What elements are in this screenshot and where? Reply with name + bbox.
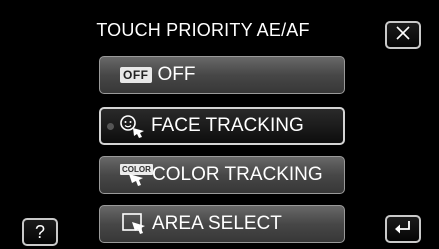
off-icon: OFF — [120, 67, 152, 83]
option-area-select[interactable]: AREA SELECT — [99, 205, 345, 243]
help-label: ? — [34, 222, 45, 242]
return-icon — [393, 218, 413, 241]
option-off-label: OFF — [157, 64, 196, 85]
selected-indicator-icon — [107, 122, 114, 130]
return-button[interactable] — [385, 215, 421, 243]
option-face-tracking[interactable]: FACE TRACKING — [99, 107, 345, 145]
face-tracking-icon — [119, 114, 145, 138]
option-face-tracking-label: FACE TRACKING — [151, 115, 304, 136]
close-button[interactable] — [385, 21, 421, 49]
help-button[interactable]: ? — [22, 218, 58, 246]
color-tracking-icon: COLOR — [120, 164, 153, 186]
option-area-select-label: AREA SELECT — [152, 213, 282, 234]
option-off[interactable]: OFF OFF — [99, 56, 345, 94]
option-color-tracking[interactable]: COLOR COLOR TRACKING — [99, 156, 345, 194]
option-color-tracking-label: COLOR TRACKING — [152, 164, 323, 185]
close-icon — [394, 25, 412, 46]
page-title: TOUCH PRIORITY AE/AF — [96, 20, 310, 40]
area-select-icon — [122, 213, 146, 235]
